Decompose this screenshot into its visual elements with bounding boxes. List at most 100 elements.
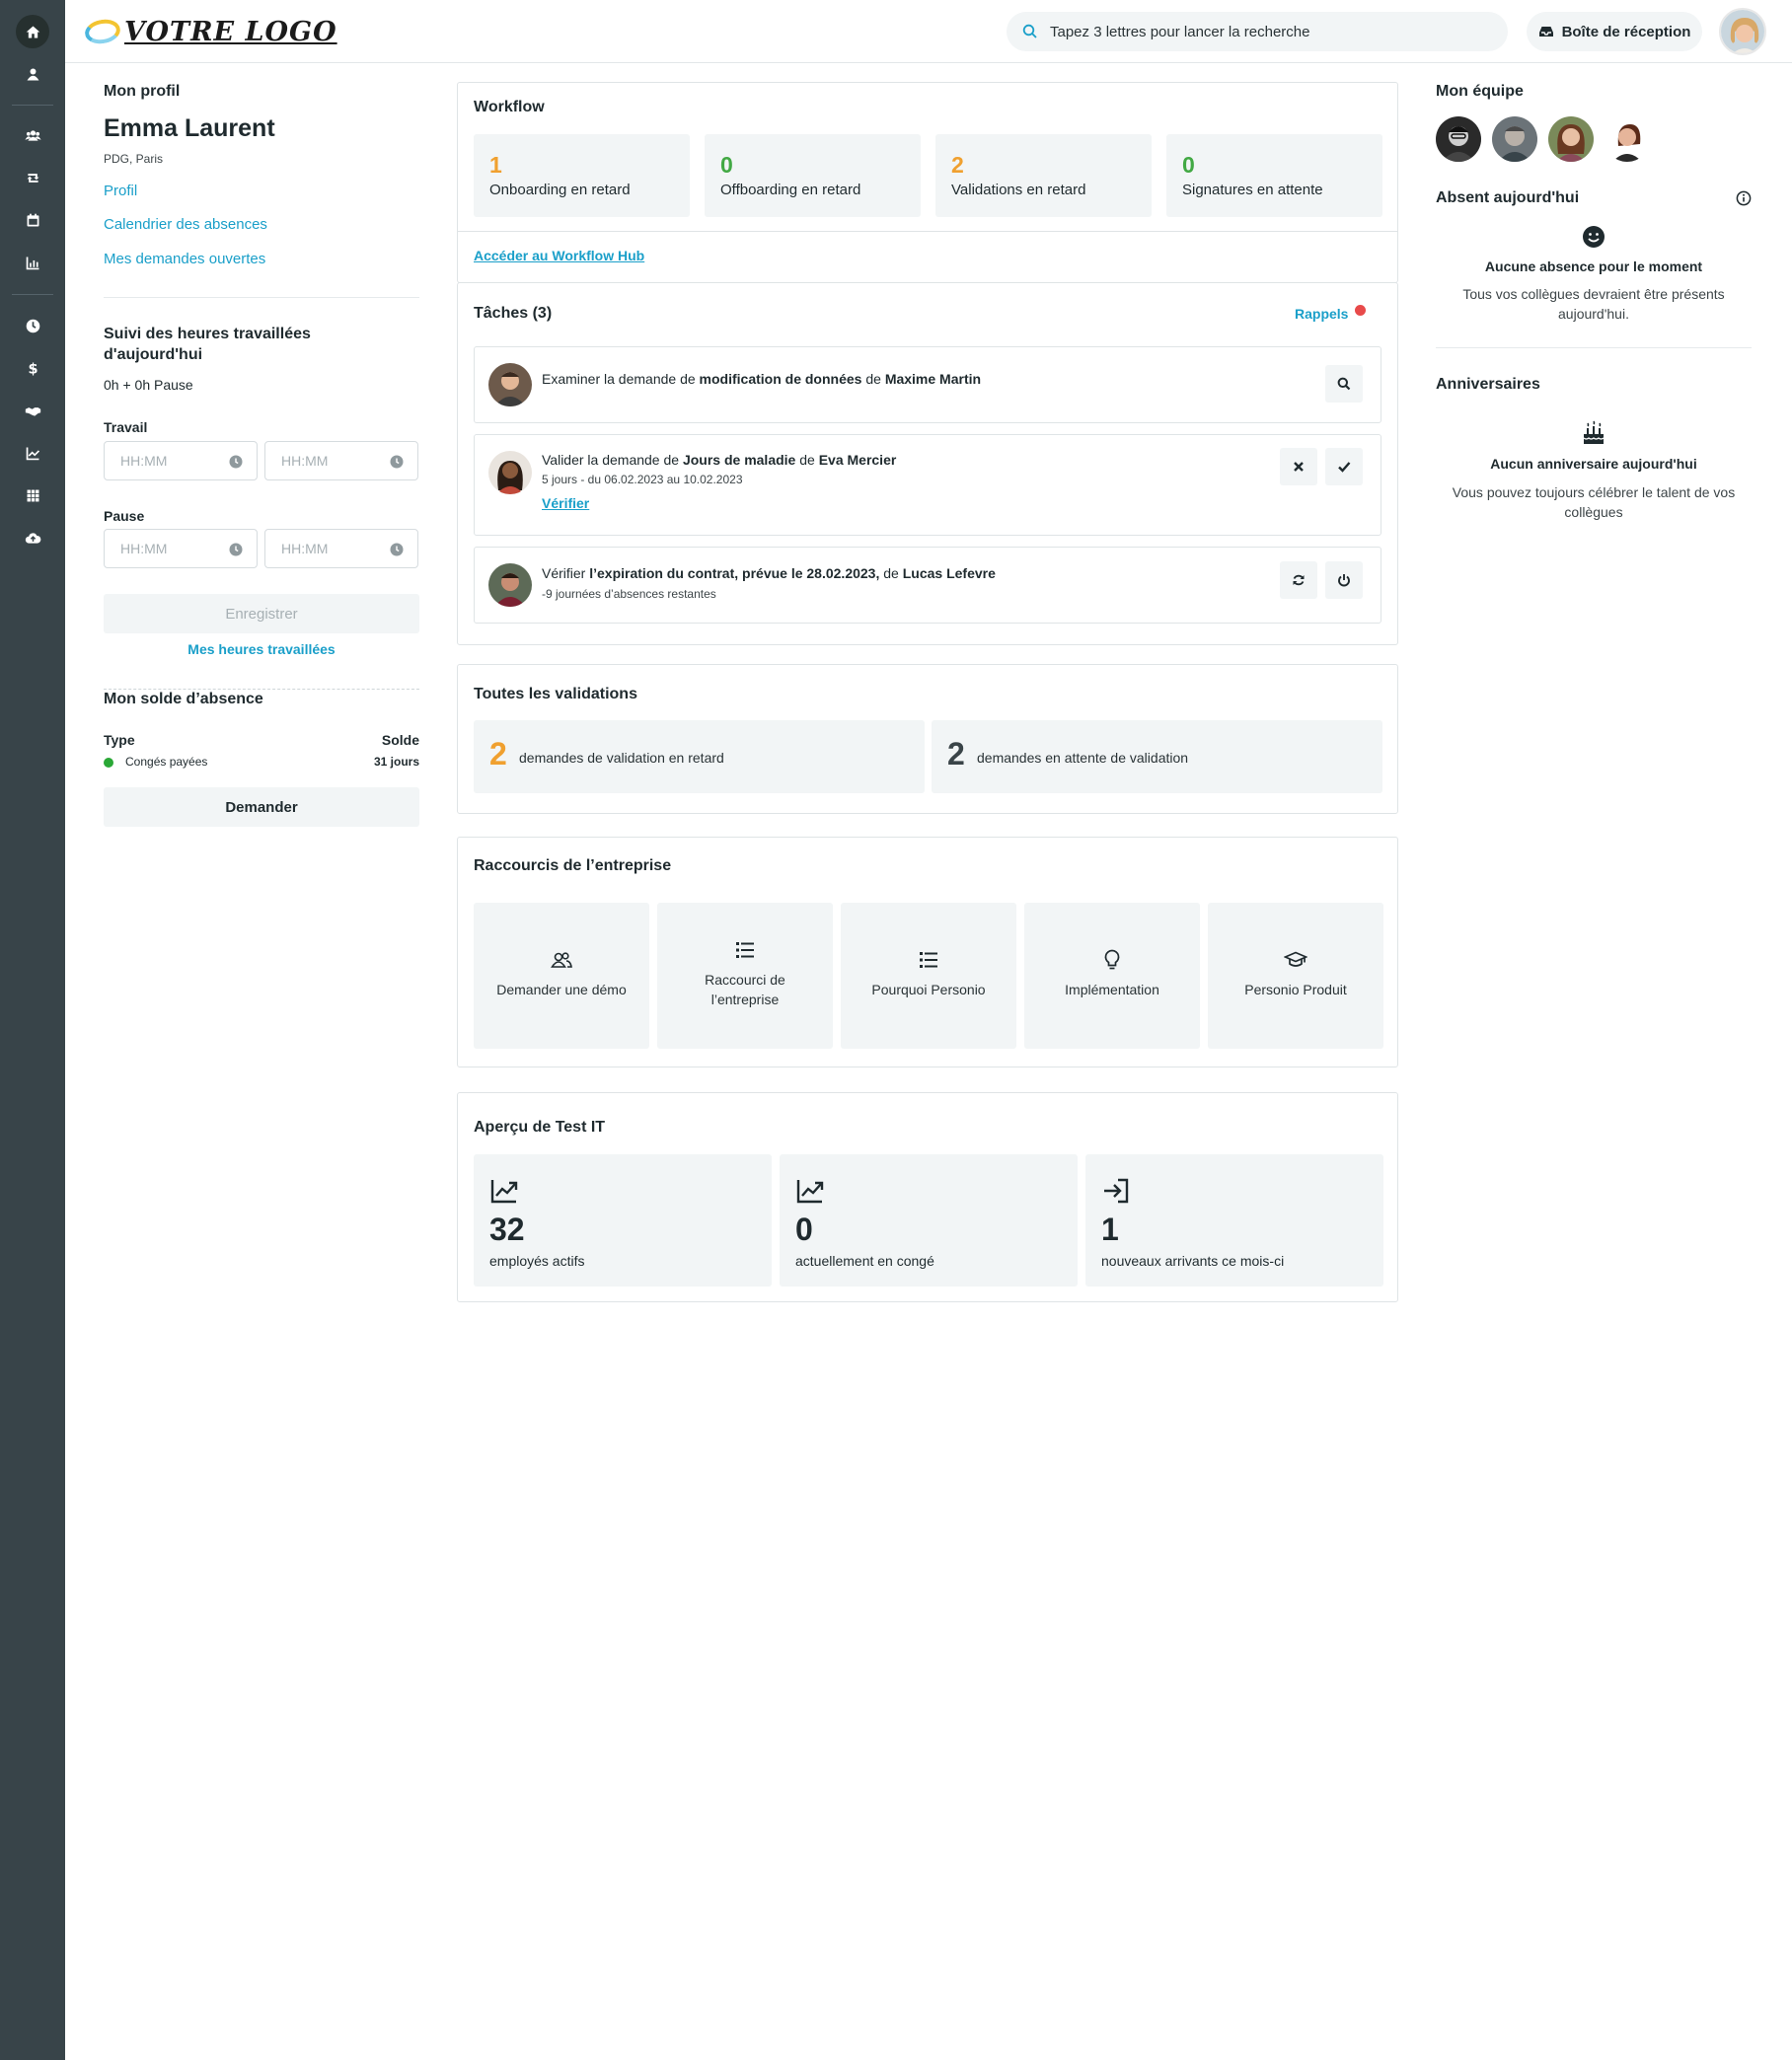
overview-on-leave[interactable]: 0 actuellement en congé — [780, 1154, 1078, 1287]
workflow-tile-offboarding[interactable]: 0 Offboarding en retard — [705, 134, 921, 217]
work-end-placeholder: HH:MM — [281, 453, 329, 469]
overview-new-hires[interactable]: 1 nouveaux arrivants ce mois-ci — [1085, 1154, 1383, 1287]
workflow-tile-signatures[interactable]: 0 Signatures en attente — [1166, 134, 1382, 217]
cloud-upload-icon[interactable] — [16, 521, 49, 554]
terminate-button[interactable] — [1325, 561, 1363, 599]
absence-empty-text: Tous vos collègues devraient être présen… — [1436, 284, 1752, 324]
open-requests-link[interactable]: Mes demandes ouvertes — [104, 251, 265, 267]
workflow-tile-label: Offboarding en retard — [720, 182, 861, 198]
company-overview-card: Aperçu de Test IT 32 employés actifs 0 a… — [457, 1092, 1398, 1302]
shortcut-label: Demander une démo — [496, 982, 627, 997]
search-icon — [1337, 377, 1351, 391]
task-item: Vérifier l’expiration du contrat, prévue… — [474, 547, 1381, 624]
trend-icon — [796, 1180, 824, 1204]
inbox-label: Boîte de réception — [1561, 23, 1691, 40]
sidebar-divider — [12, 294, 53, 295]
absence-empty-line1: Tous vos collègues devraient être présen… — [1462, 286, 1725, 302]
renew-button[interactable] — [1280, 561, 1317, 599]
overview-label: actuellement en congé — [795, 1253, 934, 1269]
team-icon[interactable] — [16, 118, 49, 152]
sign-in-icon — [1104, 1178, 1129, 1204]
task-text-bold: modification de données — [699, 371, 862, 387]
validation-count: 2 — [489, 736, 507, 772]
team-member-avatar[interactable] — [1436, 116, 1481, 162]
pause-start-input[interactable]: HH:MM — [104, 529, 258, 568]
type-header: Type — [104, 732, 135, 748]
team-member-avatar[interactable] — [1605, 116, 1650, 162]
validation-tile-pending[interactable]: 2 demandes en attente de validation — [932, 720, 1382, 793]
dollar-icon[interactable]: $ — [16, 351, 49, 385]
request-absence-button[interactable]: Demander — [104, 787, 419, 827]
team-member-avatar[interactable] — [1492, 116, 1537, 162]
clock-icon — [390, 543, 404, 556]
validation-tile-late[interactable]: 2 demandes de validation en retard — [474, 720, 925, 793]
absence-balance-title: Mon solde d’absence — [104, 691, 263, 707]
pause-label: Pause — [104, 508, 145, 524]
workflow-hub-link[interactable]: Accéder au Workflow Hub — [474, 248, 644, 263]
tasks-card: Tâches (3) Rappels Examiner la demande d… — [457, 282, 1398, 645]
reminder-dot — [1355, 305, 1366, 316]
team-member-avatar[interactable] — [1548, 116, 1594, 162]
info-icon[interactable] — [1736, 190, 1752, 206]
top-header: VOTRE LOGO Tapez 3 lettres pour lancer l… — [65, 0, 1792, 63]
verify-link[interactable]: Vérifier — [542, 495, 589, 511]
shortcut-label: Pourquoi Personio — [871, 982, 986, 997]
inbox-button[interactable]: Boîte de réception — [1527, 12, 1702, 51]
worked-hours-link[interactable]: Mes heures travaillées — [104, 641, 419, 657]
smile-icon — [1583, 226, 1605, 248]
sidebar-nav: $ — [0, 0, 65, 2060]
shortcut-why-personio[interactable]: Pourquoi Personio — [841, 903, 1016, 1049]
validations-title: Toutes les validations — [474, 686, 637, 702]
company-logo[interactable]: VOTRE LOGO — [83, 14, 337, 49]
task-text: de — [795, 452, 819, 468]
user-avatar[interactable] — [1719, 8, 1766, 55]
workflow-tile-validations[interactable]: 2 Validations en retard — [935, 134, 1152, 217]
absence-balance: 31 jours — [373, 755, 419, 769]
pause-end-input[interactable]: HH:MM — [264, 529, 418, 568]
reminders-link[interactable]: Rappels — [1295, 306, 1348, 322]
search-icon — [1022, 24, 1037, 38]
profile-link[interactable]: Profil — [104, 183, 137, 199]
shortcut-implementation[interactable]: Implémentation — [1024, 903, 1200, 1049]
task-detail: 5 jours - du 06.02.2023 au 10.02.2023 — [542, 473, 743, 486]
handshake-icon[interactable] — [16, 394, 49, 427]
shortcut-request-demo[interactable]: Demander une démo — [474, 903, 649, 1049]
task-text-bold: Jours de maladie — [682, 452, 796, 468]
task-description: Valider la demande de Jours de maladie d… — [542, 452, 896, 468]
work-end-input[interactable]: HH:MM — [264, 441, 418, 480]
user-icon[interactable] — [16, 57, 49, 91]
task-text: Vérifier — [542, 565, 590, 581]
bar-chart-icon[interactable] — [16, 246, 49, 279]
workflow-title: Workflow — [474, 99, 545, 115]
clock-icon[interactable] — [16, 309, 49, 342]
review-button[interactable] — [1325, 365, 1363, 403]
work-start-input[interactable]: HH:MM — [104, 441, 258, 480]
graduation-cap-icon — [1283, 951, 1308, 967]
overview-active-employees[interactable]: 32 employés actifs — [474, 1154, 772, 1287]
shortcut-company[interactable]: Raccourci de l’entreprise — [657, 903, 833, 1049]
overview-label: nouveaux arrivants ce mois-ci — [1101, 1253, 1285, 1269]
home-icon[interactable] — [16, 15, 49, 48]
line-chart-icon[interactable] — [16, 436, 49, 470]
retweet-icon[interactable] — [16, 161, 49, 194]
reject-button[interactable] — [1280, 448, 1317, 485]
card-divider — [458, 231, 1397, 232]
approve-button[interactable] — [1325, 448, 1363, 485]
workflow-tile-label: Onboarding en retard — [489, 182, 631, 198]
apps-grid-icon[interactable] — [16, 478, 49, 512]
task-description: Examiner la demande de modification de d… — [542, 371, 981, 387]
task-text: de — [861, 371, 885, 387]
absence-calendar-link[interactable]: Calendrier des absences — [104, 216, 267, 233]
shortcut-personio-product[interactable]: Personio Produit — [1208, 903, 1383, 1049]
clock-icon — [229, 543, 243, 556]
save-button[interactable]: Enregistrer — [104, 594, 419, 633]
overview-value: 1 — [1101, 1212, 1119, 1247]
validation-count: 2 — [947, 736, 965, 772]
calendar-icon[interactable] — [16, 203, 49, 237]
search-input[interactable]: Tapez 3 lettres pour lancer la recherche — [1007, 12, 1508, 51]
search-placeholder: Tapez 3 lettres pour lancer la recherche — [1050, 23, 1310, 40]
time-summary: 0h + 0h Pause — [104, 377, 193, 393]
list-icon — [920, 952, 937, 968]
task-text: Examiner la demande de — [542, 371, 700, 387]
workflow-tile-onboarding[interactable]: 1 Onboarding en retard — [474, 134, 690, 217]
